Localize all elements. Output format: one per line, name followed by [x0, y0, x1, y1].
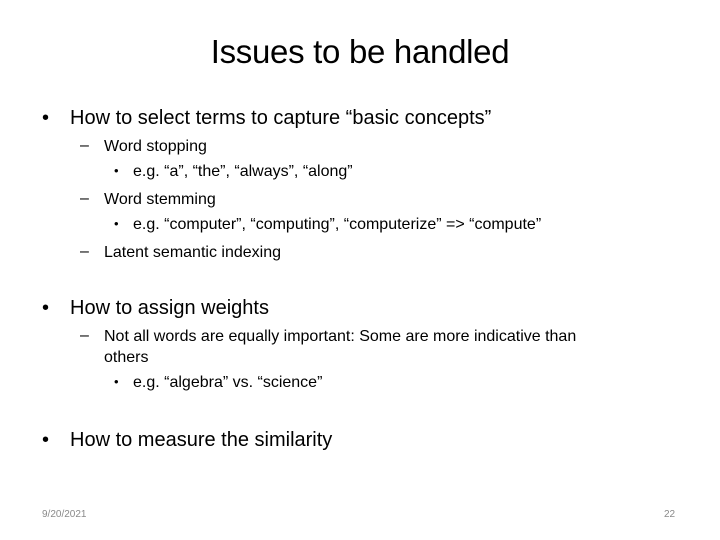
bullet-icon: • — [114, 163, 119, 178]
sub-bullet-text: Latent semantic indexing — [104, 244, 281, 261]
bullet-icon: • — [42, 429, 50, 451]
dash-icon: – — [80, 243, 89, 260]
dash-icon: – — [80, 137, 89, 154]
bullet-icon: • — [42, 107, 50, 129]
dash-icon: – — [80, 327, 89, 344]
bullet-text: How to measure the similarity — [70, 429, 333, 451]
slide-title: Issues to be handled — [210, 33, 510, 70]
sub-bullet-text-line2: others — [104, 349, 149, 366]
bullet-icon: • — [114, 374, 119, 389]
dash-icon: – — [80, 190, 89, 207]
bullet-icon: • — [114, 216, 119, 231]
sub-bullet-text: Word stemming — [104, 191, 216, 208]
footer-page-number: 22 — [664, 509, 676, 520]
sub-bullet-text-line1: Not all words are equally important: Som… — [104, 328, 577, 345]
example-text: e.g. “algebra” vs. “science” — [133, 374, 323, 391]
bullet-text: How to assign weights — [70, 297, 269, 319]
bullet-text: How to select terms to capture “basic co… — [70, 107, 492, 129]
bullet-icon: • — [42, 297, 50, 319]
example-text: e.g. “a”, “the”, “always”, “along” — [133, 163, 353, 180]
footer-date: 9/20/2021 — [42, 509, 87, 520]
sub-bullet-text: Word stopping — [104, 138, 207, 155]
example-text: e.g. “computer”, “computing”, “computeri… — [133, 216, 542, 233]
